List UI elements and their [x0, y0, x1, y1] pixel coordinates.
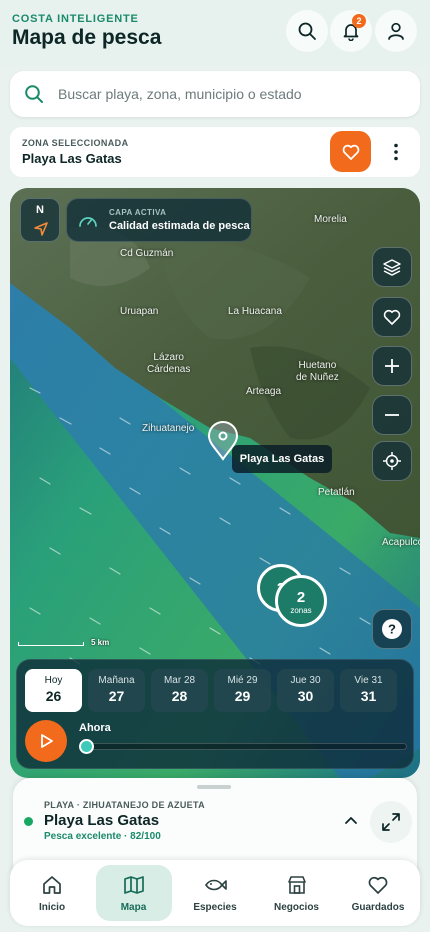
- notifications-button[interactable]: 2: [330, 10, 372, 52]
- map-favorites-button[interactable]: [372, 297, 412, 337]
- time-slider-thumb[interactable]: [79, 739, 94, 754]
- beach-name: Playa Las Gatas: [44, 812, 160, 829]
- help-icon: ?: [382, 619, 402, 639]
- search-input[interactable]: [58, 86, 398, 102]
- day-chip-2[interactable]: Mar 28 28: [151, 669, 208, 712]
- favorite-button[interactable]: [330, 131, 371, 172]
- beach-kicker: PLAYA · ZIHUATANEJO DE AZUETA: [44, 800, 205, 810]
- map-scale: 5 km: [18, 636, 118, 650]
- nav-item-mapa[interactable]: Mapa: [95, 865, 172, 921]
- scale-label: 5 km: [91, 638, 110, 647]
- nav-item-especies[interactable]: Especies: [177, 865, 253, 921]
- nav-label: Especies: [193, 901, 237, 913]
- brand-label: COSTA INTELIGENTE: [12, 13, 139, 25]
- page-title: Mapa de pesca: [12, 26, 162, 49]
- layer-name: Calidad estimada de pesca: [109, 220, 250, 232]
- map-label-lazaro-cardenas: Lázaro Cárdenas: [147, 352, 191, 375]
- map-label-acapulco: Acapulco: [382, 537, 420, 548]
- plus-icon: [385, 359, 399, 373]
- compass-north-label: N: [36, 204, 44, 216]
- notification-badge: 2: [352, 14, 366, 28]
- search-button[interactable]: [286, 10, 328, 52]
- fishing-map[interactable]: Morelia Cd Guzmán Uruapan La Huacana Láz…: [10, 188, 420, 778]
- play-button[interactable]: [25, 720, 67, 762]
- bottom-navigation: Inicio Mapa Especies Negocios Guardados: [10, 860, 420, 926]
- store-icon: [287, 875, 306, 894]
- layers-button[interactable]: [372, 247, 412, 287]
- nav-label: Guardados: [351, 901, 405, 913]
- map-label-morelia: Morelia: [314, 214, 347, 225]
- more-vertical-icon: [394, 143, 398, 161]
- search-bar[interactable]: [10, 71, 420, 117]
- day-chip-5[interactable]: Vie 31 31: [340, 669, 397, 712]
- search-icon: [298, 22, 316, 40]
- map-label-cd-guzman: Cd Guzmán: [120, 248, 174, 259]
- nav-item-guardados[interactable]: Guardados: [340, 865, 416, 921]
- locate-me-button[interactable]: [372, 441, 412, 481]
- layers-icon: [383, 259, 401, 276]
- crosshair-icon: [383, 452, 401, 470]
- heart-icon: [342, 144, 359, 160]
- zoom-in-button[interactable]: [372, 346, 412, 386]
- zone-name: Playa Las Gatas: [22, 151, 122, 166]
- map-label-huetano: Huetano de Nuñez: [296, 360, 339, 383]
- more-options-button[interactable]: [384, 138, 408, 166]
- nav-label: Inicio: [38, 901, 66, 913]
- layer-kicker: CAPA ACTIVA: [109, 208, 167, 217]
- map-callout[interactable]: Playa Las Gatas: [232, 445, 332, 473]
- status-dot: [24, 817, 33, 826]
- zone-label: ZONA SELECCIONADA: [22, 138, 129, 148]
- profile-button[interactable]: [375, 10, 417, 52]
- map-icon: [123, 875, 144, 894]
- selected-zone-card: ZONA SELECCIONADA Playa Las Gatas: [10, 127, 420, 177]
- fishing-score: Pesca excelente · 82/100: [44, 831, 161, 842]
- cluster-label: zonas: [290, 606, 312, 615]
- map-label-petatlan: Petatlán: [318, 487, 355, 498]
- fish-icon: [205, 879, 227, 890]
- map-label-la-huacana: La Huacana: [228, 306, 282, 317]
- time-slider[interactable]: [87, 743, 407, 750]
- day-chip-0[interactable]: Hoy 26: [25, 669, 82, 712]
- map-label-arteaga: Arteaga: [246, 386, 282, 397]
- heart-icon: [383, 309, 401, 325]
- expand-icon: [382, 813, 400, 831]
- time-label: Ahora: [79, 722, 111, 734]
- home-icon: [43, 875, 61, 894]
- sheet-handle[interactable]: [197, 785, 231, 789]
- cluster-count: 2: [296, 589, 306, 606]
- day-chip-4[interactable]: Jue 30 30: [277, 669, 334, 712]
- app-header: COSTA INTELIGENTE Mapa de pesca 2: [0, 0, 430, 66]
- minus-icon: [385, 414, 399, 416]
- play-icon: [41, 734, 53, 748]
- heart-icon: [368, 876, 388, 894]
- day-chip-1[interactable]: Mañana 27: [88, 669, 145, 712]
- help-button[interactable]: ?: [372, 609, 412, 649]
- expand-button[interactable]: [370, 801, 412, 843]
- nav-item-inicio[interactable]: Inicio: [14, 865, 90, 921]
- day-selector: Hoy 26 Mañana 27 Mar 28 28 Mié 29 29 Jue 30 3…: [25, 669, 397, 712]
- nav-label: Negocios: [273, 901, 319, 913]
- navigation-arrow-icon: [34, 222, 48, 236]
- map-label-uruapan: Uruapan: [120, 306, 159, 317]
- zoom-out-button[interactable]: [372, 395, 412, 435]
- gauge-icon: [79, 217, 97, 227]
- search-icon: [25, 85, 43, 103]
- day-chip-3[interactable]: Mié 29 29: [214, 669, 271, 712]
- zone-cluster[interactable]: 2 zonas: [275, 575, 327, 627]
- active-layer-selector[interactable]: CAPA ACTIVA Calidad estimada de pesca: [66, 198, 252, 242]
- user-icon: [388, 22, 404, 40]
- forecast-timeline: Hoy 26 Mañana 27 Mar 28 28 Mié 29 29 Jue 30 3…: [16, 659, 414, 769]
- map-label-zihuatanejo: Zihuatanejo: [142, 423, 195, 434]
- compass-button[interactable]: N: [20, 198, 60, 242]
- nav-label: Mapa: [120, 901, 147, 913]
- nav-item-negocios[interactable]: Negocios: [259, 865, 335, 921]
- svg-text:?: ?: [388, 622, 396, 637]
- chevron-up-icon[interactable]: [343, 813, 359, 829]
